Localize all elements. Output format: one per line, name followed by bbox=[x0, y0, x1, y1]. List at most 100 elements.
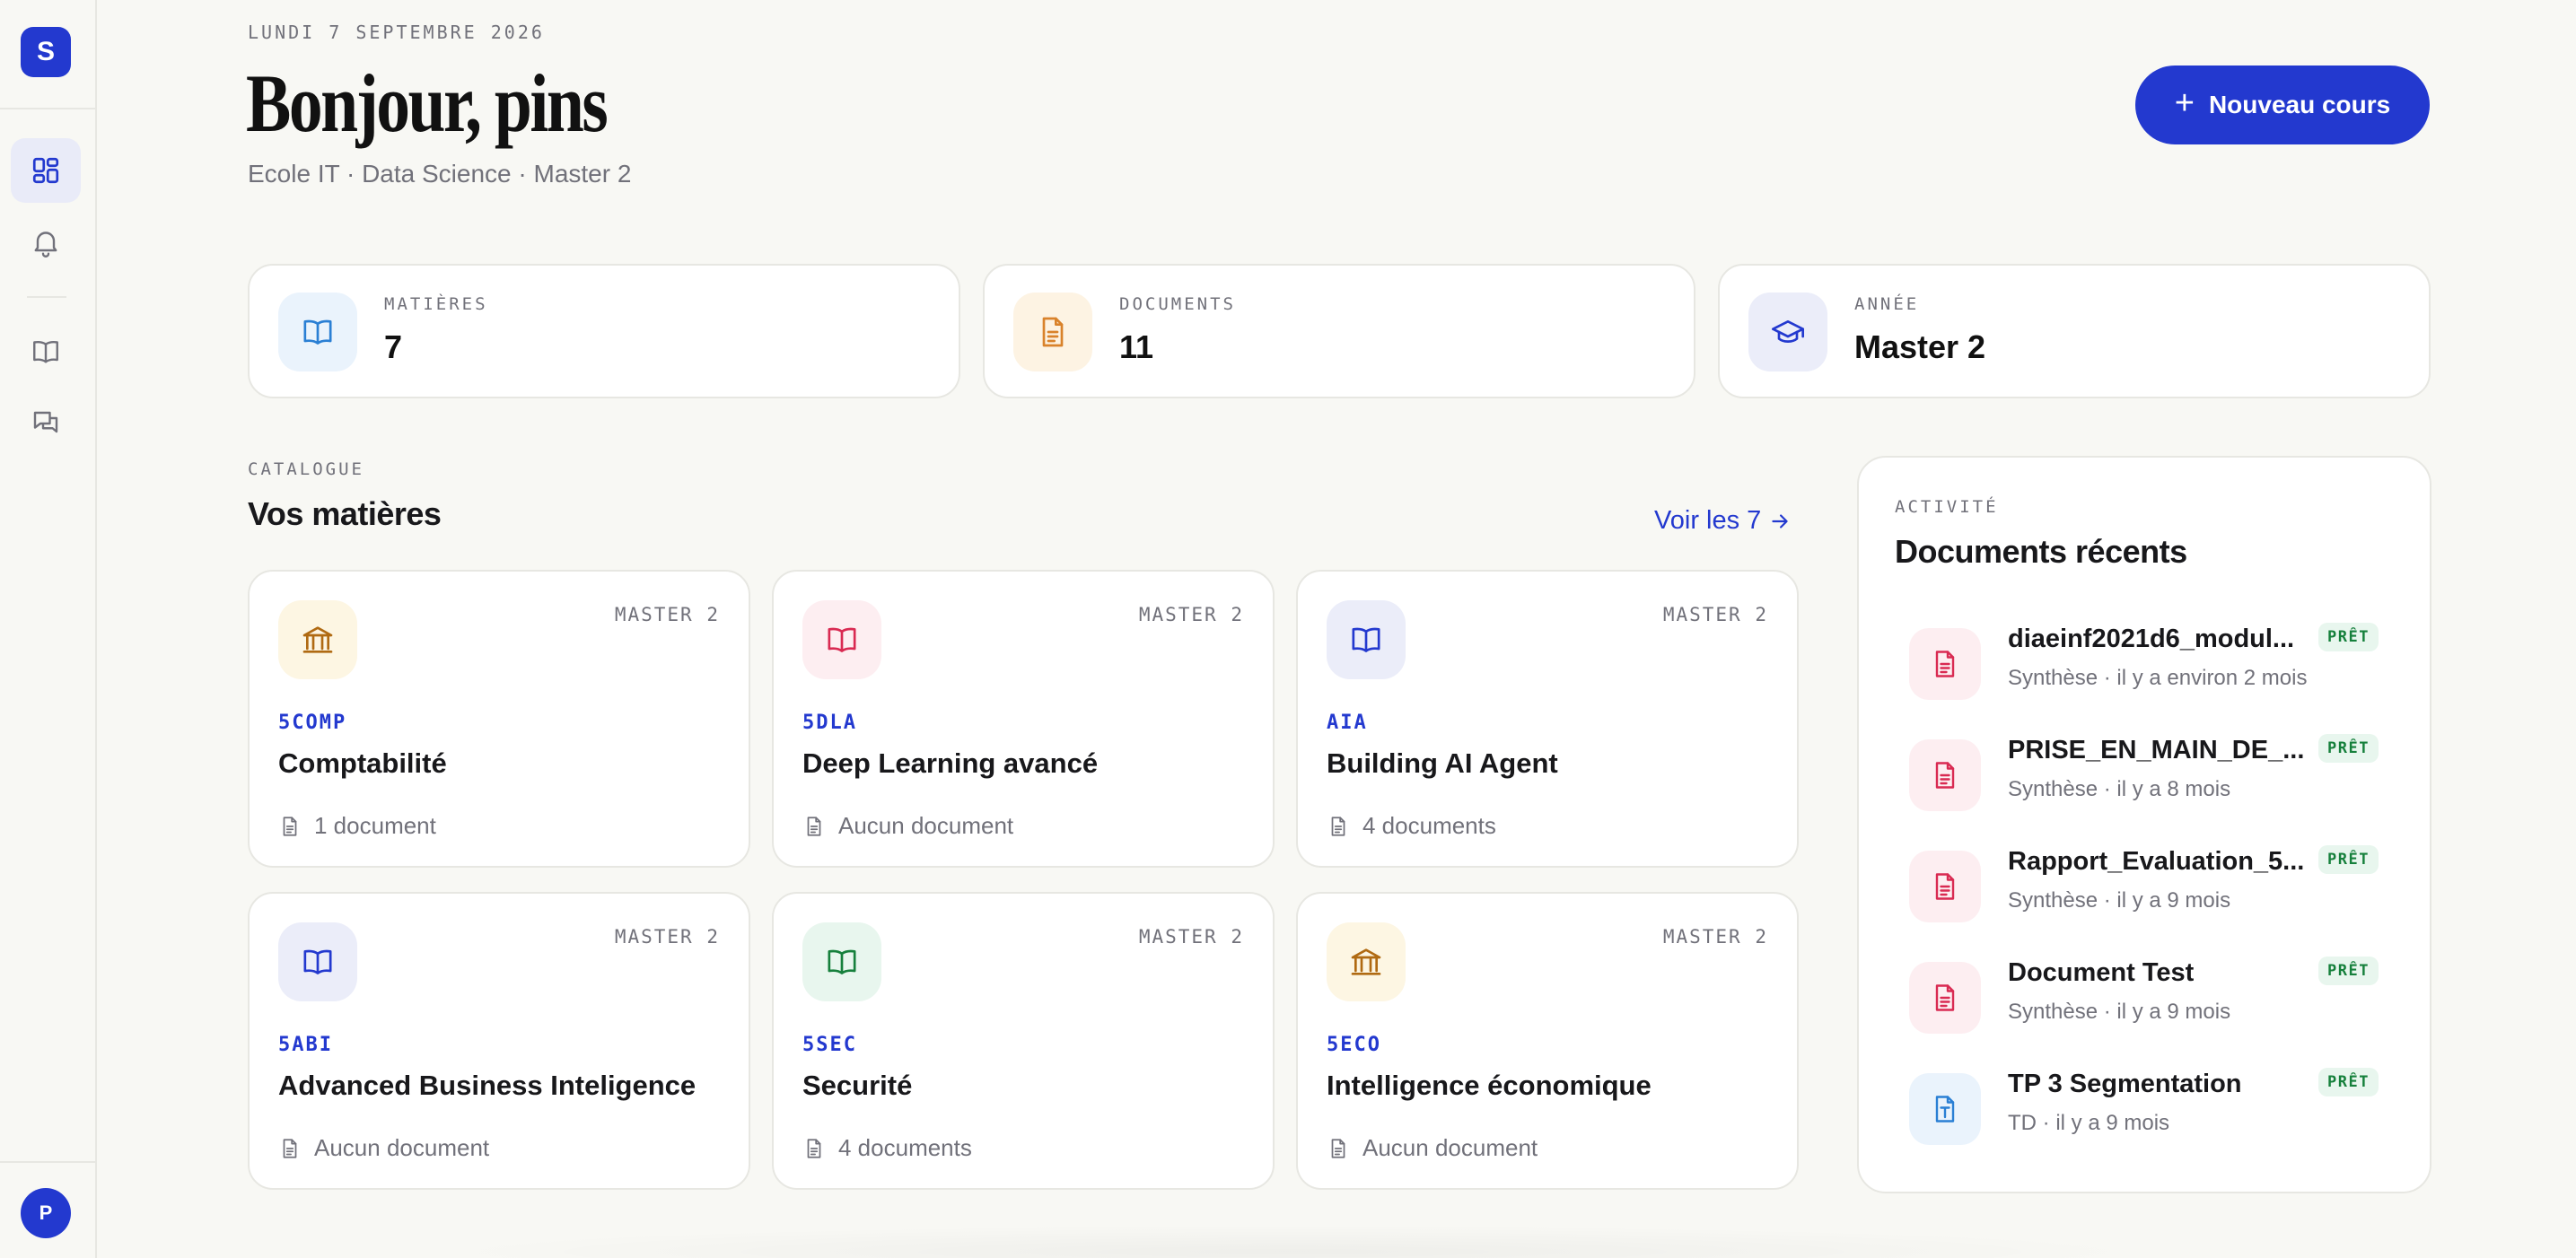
course-name: Comptabilité bbox=[278, 747, 447, 779]
arrow-right-icon bbox=[1772, 513, 1788, 529]
dashboard-icon bbox=[32, 157, 59, 184]
book-icon bbox=[802, 600, 881, 679]
book-icon bbox=[1327, 600, 1406, 679]
sidebar-item-courses[interactable] bbox=[11, 319, 81, 384]
course-card[interactable]: MASTER 2 5COMP Comptabilité 1 document bbox=[248, 570, 750, 868]
book-icon bbox=[802, 922, 881, 1001]
document-icon bbox=[283, 1138, 297, 1158]
bell-icon bbox=[34, 232, 57, 258]
course-doc-count: 1 document bbox=[278, 812, 436, 840]
course-doc-count-label: 1 document bbox=[314, 812, 436, 839]
stat-label: MATIÈRES bbox=[384, 294, 488, 314]
recent-document-item[interactable]: TP 3 Segmentation TD · il y a 9 mois PRÊ… bbox=[1909, 1068, 2394, 1150]
course-doc-count: 4 documents bbox=[1327, 812, 1496, 840]
recent-document-item[interactable]: PRISE_EN_MAIN_DE_... Synthèse · il y a 8… bbox=[1909, 734, 2394, 817]
course-doc-count: Aucun document bbox=[278, 1134, 489, 1162]
course-card[interactable]: MASTER 2 5ECO Intelligence économique Au… bbox=[1296, 892, 1799, 1190]
book-icon bbox=[278, 922, 357, 1001]
document-name: Rapport_Evaluation_5... bbox=[2008, 847, 2305, 876]
text-document-icon bbox=[1909, 1073, 1981, 1145]
document-icon bbox=[1909, 851, 1981, 922]
document-icon bbox=[1909, 962, 1981, 1034]
section-title: Vos matières bbox=[248, 495, 442, 532]
course-doc-count-label: Aucun document bbox=[314, 1134, 490, 1161]
course-doc-count-label: 4 documents bbox=[838, 1134, 972, 1161]
course-card[interactable]: MASTER 2 5ABI Advanced Business Intelige… bbox=[248, 892, 750, 1190]
chat-icon bbox=[33, 411, 58, 433]
stat-value: 11 bbox=[1119, 328, 1154, 365]
document-name: PRISE_EN_MAIN_DE_... bbox=[2008, 736, 2305, 764]
course-code: 5SEC bbox=[802, 1034, 857, 1056]
course-code: 5ABI bbox=[278, 1034, 333, 1056]
document-name: diaeinf2021d6_modul... bbox=[2008, 625, 2295, 653]
stat-label: DOCUMENTS bbox=[1119, 294, 1236, 314]
course-code: AIA bbox=[1327, 712, 1368, 734]
document-meta: Synthèse · il y a 9 mois bbox=[2008, 888, 2231, 913]
document-icon bbox=[1013, 293, 1092, 371]
course-doc-count: Aucun document bbox=[802, 812, 1013, 840]
course-level: MASTER 2 bbox=[1662, 604, 1768, 625]
avatar[interactable]: P bbox=[21, 1188, 71, 1238]
course-name: Advanced Business Inteligence bbox=[278, 1070, 697, 1101]
course-level: MASTER 2 bbox=[1138, 926, 1244, 948]
section-eyebrow: ACTIVITÉ bbox=[1895, 497, 1999, 517]
bank-icon bbox=[1327, 922, 1406, 1001]
bank-icon bbox=[278, 600, 357, 679]
recent-document-item[interactable]: Document Test Synthèse · il y a 9 mois P… bbox=[1909, 957, 2394, 1039]
sidebar-item-notifications[interactable] bbox=[11, 210, 81, 275]
sidebar-divider bbox=[0, 108, 95, 109]
status-badge: PRÊT bbox=[2318, 957, 2379, 985]
section-eyebrow: CATALOGUE bbox=[248, 459, 364, 479]
course-level: MASTER 2 bbox=[614, 926, 720, 948]
stat-value: 7 bbox=[384, 328, 403, 365]
status-badge: PRÊT bbox=[2318, 845, 2379, 874]
see-all-label: Voir les 7 bbox=[1654, 506, 1762, 535]
course-level: MASTER 2 bbox=[1138, 604, 1244, 625]
current-date: LUNDI 7 SEPTEMBRE 2026 bbox=[248, 22, 545, 43]
book-icon bbox=[33, 341, 58, 363]
recent-document-item[interactable]: Rapport_Evaluation_5... Synthèse · il y … bbox=[1909, 845, 2394, 928]
course-level: MASTER 2 bbox=[1662, 926, 1768, 948]
sidebar: S P bbox=[0, 0, 97, 1258]
document-meta: Synthèse · il y a 9 mois bbox=[2008, 1000, 2231, 1024]
stat-card-subjects: MATIÈRES 7 bbox=[248, 264, 960, 398]
course-code: 5ECO bbox=[1327, 1034, 1381, 1056]
recent-document-item[interactable]: diaeinf2021d6_modul... Synthèse · il y a… bbox=[1909, 623, 2394, 705]
course-doc-count-label: Aucun document bbox=[1362, 1134, 1538, 1161]
course-card[interactable]: MASTER 2 AIA Building AI Agent 4 documen… bbox=[1296, 570, 1799, 868]
document-name: Document Test bbox=[2008, 958, 2195, 987]
document-meta: Synthèse · il y a 8 mois bbox=[2008, 777, 2231, 801]
course-card[interactable]: MASTER 2 5SEC Securité 4 documents bbox=[772, 892, 1275, 1190]
course-doc-count: Aucun document bbox=[1327, 1134, 1538, 1162]
document-icon bbox=[807, 1138, 821, 1158]
sidebar-divider bbox=[27, 296, 66, 298]
status-badge: PRÊT bbox=[2318, 1068, 2379, 1096]
course-doc-count-label: Aucun document bbox=[838, 812, 1014, 839]
course-code: 5COMP bbox=[278, 712, 347, 734]
new-course-button[interactable]: + Nouveau cours bbox=[2135, 66, 2430, 144]
stat-label: ANNÉE bbox=[1854, 294, 1920, 314]
page-title: Bonjour, pins bbox=[246, 57, 609, 149]
plus-icon: + bbox=[2174, 84, 2195, 122]
sidebar-item-messages[interactable] bbox=[11, 391, 81, 456]
sidebar-divider bbox=[0, 1161, 95, 1163]
course-level: MASTER 2 bbox=[614, 604, 720, 625]
course-code: 5DLA bbox=[802, 712, 857, 734]
course-card[interactable]: MASTER 2 5DLA Deep Learning avancé Aucun… bbox=[772, 570, 1275, 868]
see-all-link[interactable]: Voir les 7 bbox=[1654, 506, 1792, 536]
section-title: Documents récents bbox=[1895, 533, 2187, 570]
sidebar-item-dashboard[interactable] bbox=[11, 138, 81, 203]
course-doc-count: 4 documents bbox=[802, 1134, 972, 1162]
stat-card-documents: DOCUMENTS 11 bbox=[983, 264, 1695, 398]
course-name: Securité bbox=[802, 1070, 913, 1101]
document-icon bbox=[283, 816, 297, 836]
app-logo[interactable]: S bbox=[21, 27, 71, 77]
status-badge: PRÊT bbox=[2318, 623, 2379, 651]
document-icon bbox=[1909, 628, 1981, 700]
document-icon bbox=[807, 816, 821, 836]
document-meta: TD · il y a 9 mois bbox=[2008, 1111, 2170, 1135]
stat-value: Master 2 bbox=[1854, 328, 1986, 365]
course-doc-count-label: 4 documents bbox=[1362, 812, 1496, 839]
new-course-label: Nouveau cours bbox=[2208, 91, 2391, 118]
status-badge: PRÊT bbox=[2318, 734, 2379, 763]
